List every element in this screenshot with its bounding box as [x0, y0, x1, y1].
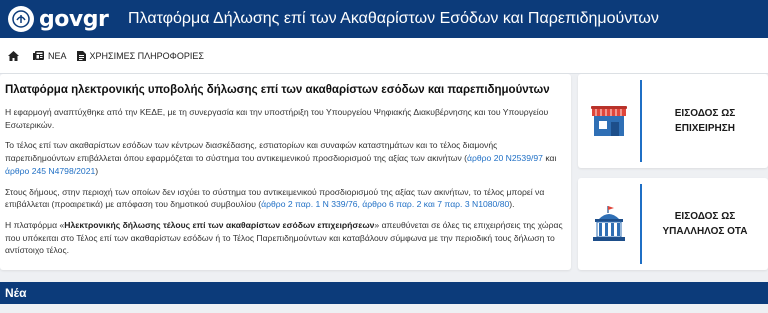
nav-home[interactable]: [8, 50, 23, 61]
nav-news-label: ΝΕΑ: [48, 50, 67, 61]
panel-heading: Πλατφόρμα ηλεκτρονικής υποβολής δήλωσης …: [5, 84, 550, 96]
page-title: Πλατφόρμα Δήλωσης επί των Ακαθαρίστων Εσ…: [128, 10, 659, 27]
municipalities-paragraph: Στους δήμους, στην περιοχή των οποίων δε…: [5, 186, 545, 210]
platform-paragraph-pre: Η πλατφόρμα «: [5, 219, 65, 230]
login-employee-label: ΕΙΣΟΔΟΣ ΩΣ ΥΠΑΛΛΗΛΟΣ ΟΤΑ: [642, 178, 768, 270]
login-employee-line1: ΕΙΣΟΔΟΣ ΩΣ: [674, 211, 736, 222]
fee-paragraph-and: και: [545, 153, 557, 164]
law-link-2539[interactable]: άρθρο 20 Ν2539/97: [467, 153, 543, 163]
card-icon-area: [578, 178, 640, 270]
nav-useful-info-label: ΧΡΗΣΙΜΕΣ ΠΛΗΡΟΦΟΡΙΕΣ: [89, 50, 204, 61]
fee-paragraph-text: Το τέλος επί των ακαθαρίστων εσόδων των …: [5, 140, 498, 164]
store-icon: [591, 106, 627, 136]
greek-emblem-icon: [8, 6, 34, 32]
platform-paragraph: Η πλατφόρμα «Ηλεκτρονικής δήλωσης τέλους…: [5, 219, 566, 257]
document-icon: [76, 50, 86, 61]
login-business-line1: ΕΙΣΟΔΟΣ ΩΣ: [674, 108, 736, 119]
platform-name: Ηλεκτρονικής δήλωσης τέλους επί των ακαθ…: [64, 219, 375, 230]
login-employee-card[interactable]: ΕΙΣΟΔΟΣ ΩΣ ΥΠΑΛΛΗΛΟΣ ΟΤΑ: [578, 178, 768, 270]
intro-paragraph: Η εφαρμογή αναπτύχθηκε από την ΚΕΔΕ, με …: [5, 107, 549, 130]
card-icon-area: [578, 74, 640, 168]
fee-paragraph: Το τέλος επί των ακαθαρίστων εσόδων των …: [5, 140, 557, 176]
law-link-4798[interactable]: άρθρο 245 Ν4798/2021: [5, 166, 95, 176]
main-nav: ΝΕΑ ΧΡΗΣΙΜΕΣ ΠΛΗΡΟΦΟΡΙΕΣ: [0, 38, 768, 74]
news-section-header: Νέα: [0, 282, 768, 304]
nav-useful-info[interactable]: ΧΡΗΣΙΜΕΣ ΠΛΗΡΟΦΟΡΙΕΣ: [76, 50, 204, 61]
top-header: govgr Πλατφόρμα Δήλωσης επί των Ακαθαρίσ…: [0, 0, 768, 38]
newspaper-icon: [33, 51, 44, 60]
govgr-logo[interactable]: govgr: [8, 6, 118, 32]
news-title: Νέα: [5, 286, 27, 300]
logo-text: govgr: [39, 6, 109, 32]
login-employee-line2: ΥΠΑΛΛΗΛΟΣ ΟΤΑ: [662, 226, 748, 237]
info-panel: Πλατφόρμα ηλεκτρονικής υποβολής δήλωσης …: [0, 74, 571, 270]
nav-news[interactable]: ΝΕΑ: [33, 51, 67, 61]
login-business-card[interactable]: ΕΙΣΟΔΟΣ ΩΣ ΕΠΙΧΕΙΡΗΣΗ: [578, 74, 768, 168]
town-hall-icon: [593, 206, 625, 241]
login-business-label: ΕΙΣΟΔΟΣ ΩΣ ΕΠΙΧΕΙΡΗΣΗ: [642, 74, 768, 168]
law-link-339-1080[interactable]: άρθρο 2 παρ. 1 Ν 339/76, άρθρο 6 παρ. 2 …: [261, 199, 509, 209]
home-icon: [8, 50, 19, 61]
page-background-strip: [0, 304, 768, 313]
login-business-line2: ΕΠΙΧΕΙΡΗΣΗ: [675, 123, 735, 134]
